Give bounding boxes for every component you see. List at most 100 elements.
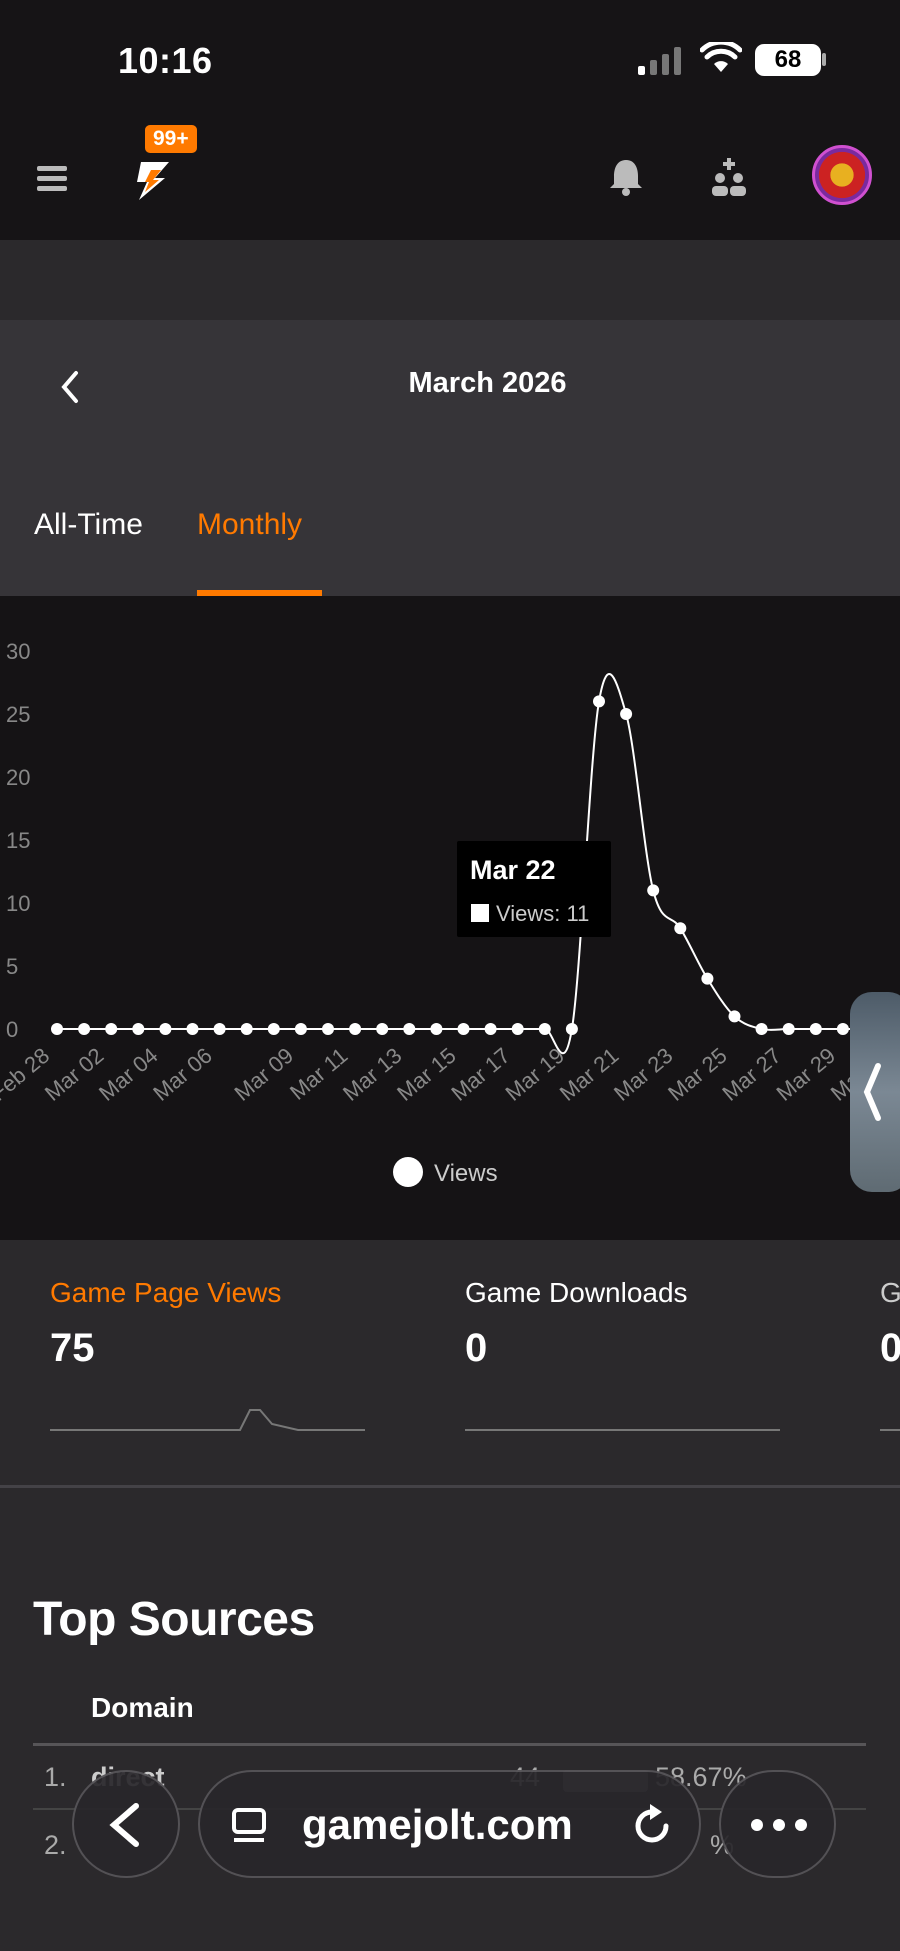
card-third-title[interactable]: G	[880, 1277, 900, 1309]
data-point	[782, 1023, 795, 1035]
tab-monthly[interactable]: Monthly	[197, 508, 302, 542]
data-point	[403, 1023, 416, 1035]
domain-column-header: Domain	[91, 1692, 194, 1723]
x-tick-label: Mar 27	[717, 1043, 786, 1106]
data-point	[809, 1023, 822, 1035]
data-point	[159, 1023, 172, 1035]
x-tick-label: Mar 09	[230, 1043, 299, 1106]
data-point	[322, 1023, 334, 1035]
x-tick-label: Mar 11	[285, 1043, 352, 1105]
views-chart: 0 5 10 15 20 25 30 Feb 28 Mar 02 Mar 04 Mar 06 Mar …	[0, 596, 900, 1240]
data-point	[836, 1023, 849, 1035]
content-strip	[0, 240, 900, 320]
gamejolt-logo-icon[interactable]	[133, 160, 173, 202]
x-tick-label: Mar 29	[772, 1043, 841, 1106]
data-point	[593, 695, 605, 708]
avatar[interactable]	[812, 145, 872, 205]
data-point	[186, 1023, 199, 1035]
x-tick-label: Mar 17	[446, 1043, 515, 1106]
data-point	[349, 1023, 362, 1035]
status-bar: 10:16 68	[0, 0, 900, 118]
header-divider	[33, 1743, 866, 1746]
legend-label-views: Views	[434, 1160, 498, 1187]
url-text[interactable]: gamejolt.com	[302, 1801, 573, 1849]
data-point	[132, 1023, 145, 1035]
reader-icon[interactable]	[230, 1806, 270, 1846]
x-tick-label: Mar 15	[392, 1043, 461, 1106]
data-point	[565, 1023, 578, 1035]
data-point	[728, 1010, 741, 1023]
data-point	[78, 1023, 91, 1035]
x-tick-label: Mar 06	[148, 1043, 217, 1106]
stats-header: March 2026 All-Time Monthly	[0, 320, 900, 596]
x-tick-label: Mar 19	[501, 1043, 570, 1106]
data-point	[538, 1023, 551, 1035]
y-tick-label: 0	[6, 1017, 18, 1042]
add-friend-icon[interactable]	[710, 156, 750, 200]
top-navigation	[0, 118, 900, 240]
data-point	[484, 1023, 497, 1035]
data-point	[511, 1023, 524, 1035]
data-point	[430, 1023, 443, 1035]
bell-icon[interactable]	[608, 156, 644, 198]
card-views-title[interactable]: Game Page Views	[50, 1277, 281, 1309]
downloads-sparkline	[465, 1429, 780, 1431]
tooltip-title: Mar 22	[470, 855, 556, 885]
data-point	[457, 1023, 470, 1035]
more-options-button[interactable]	[719, 1770, 836, 1878]
y-tick-label: 30	[6, 639, 30, 664]
tooltip-swatch	[471, 904, 489, 922]
data-point	[51, 1023, 63, 1035]
more-icon	[751, 1819, 807, 1831]
y-tick-label: 15	[6, 828, 30, 853]
notification-badge: 99+	[145, 125, 197, 153]
legend-swatch-views	[393, 1157, 423, 1187]
battery-level: 68	[774, 46, 802, 73]
views-sparkline	[50, 1409, 365, 1431]
data-point	[376, 1023, 389, 1035]
side-panel-handle[interactable]	[850, 992, 900, 1192]
data-point	[755, 1023, 768, 1035]
chevron-left-icon	[109, 1803, 139, 1847]
month-title: March 2026	[408, 367, 567, 399]
tooltip-text: Views: 11	[496, 901, 589, 926]
views-line-chart: 051015202530Feb 28Mar 02Mar 04Mar 06 Mar …	[0, 639, 900, 1187]
browser-back-button[interactable]	[72, 1770, 180, 1878]
data-point	[674, 922, 687, 935]
x-tick-label: Mar 25	[663, 1043, 732, 1106]
data-point	[105, 1023, 118, 1035]
data-point	[240, 1023, 253, 1035]
card-downloads-title[interactable]: Game Downloads	[465, 1277, 688, 1309]
y-tick-label: 20	[6, 765, 30, 790]
signal-icon	[638, 47, 681, 75]
card-views-value: 75	[50, 1326, 95, 1370]
data-point	[701, 972, 714, 985]
data-point	[294, 1023, 307, 1035]
x-tick-label: Mar 23	[609, 1043, 678, 1106]
x-tick-label: Mar 02	[40, 1043, 109, 1106]
x-tick-label: Mar 13	[338, 1043, 407, 1106]
top-sources-title: Top Sources	[33, 1593, 315, 1646]
data-point	[620, 708, 633, 720]
source-rank: 1.	[44, 1762, 67, 1792]
tab-all-time[interactable]: All-Time	[34, 508, 143, 542]
battery-tip	[822, 53, 826, 66]
x-tick-label: Feb 28	[0, 1043, 54, 1106]
x-tick-label: Mar 04	[94, 1043, 163, 1106]
source-rank: 2.	[44, 1830, 67, 1860]
status-time: 10:16	[118, 40, 213, 81]
wifi-icon	[700, 42, 742, 72]
card-downloads-value: 0	[465, 1326, 488, 1370]
y-tick-label: 25	[6, 702, 30, 727]
menu-icon[interactable]	[37, 166, 67, 196]
y-tick-label: 10	[6, 891, 30, 916]
data-point	[267, 1023, 280, 1035]
third-sparkline	[880, 1429, 900, 1431]
data-point	[213, 1023, 226, 1035]
reload-icon[interactable]	[630, 1802, 674, 1848]
top-sources-section	[0, 1521, 900, 1951]
card-third-value: 0	[880, 1326, 900, 1370]
battery-icon: 68	[755, 44, 821, 76]
data-point	[647, 884, 660, 897]
y-tick-label: 5	[6, 954, 18, 979]
